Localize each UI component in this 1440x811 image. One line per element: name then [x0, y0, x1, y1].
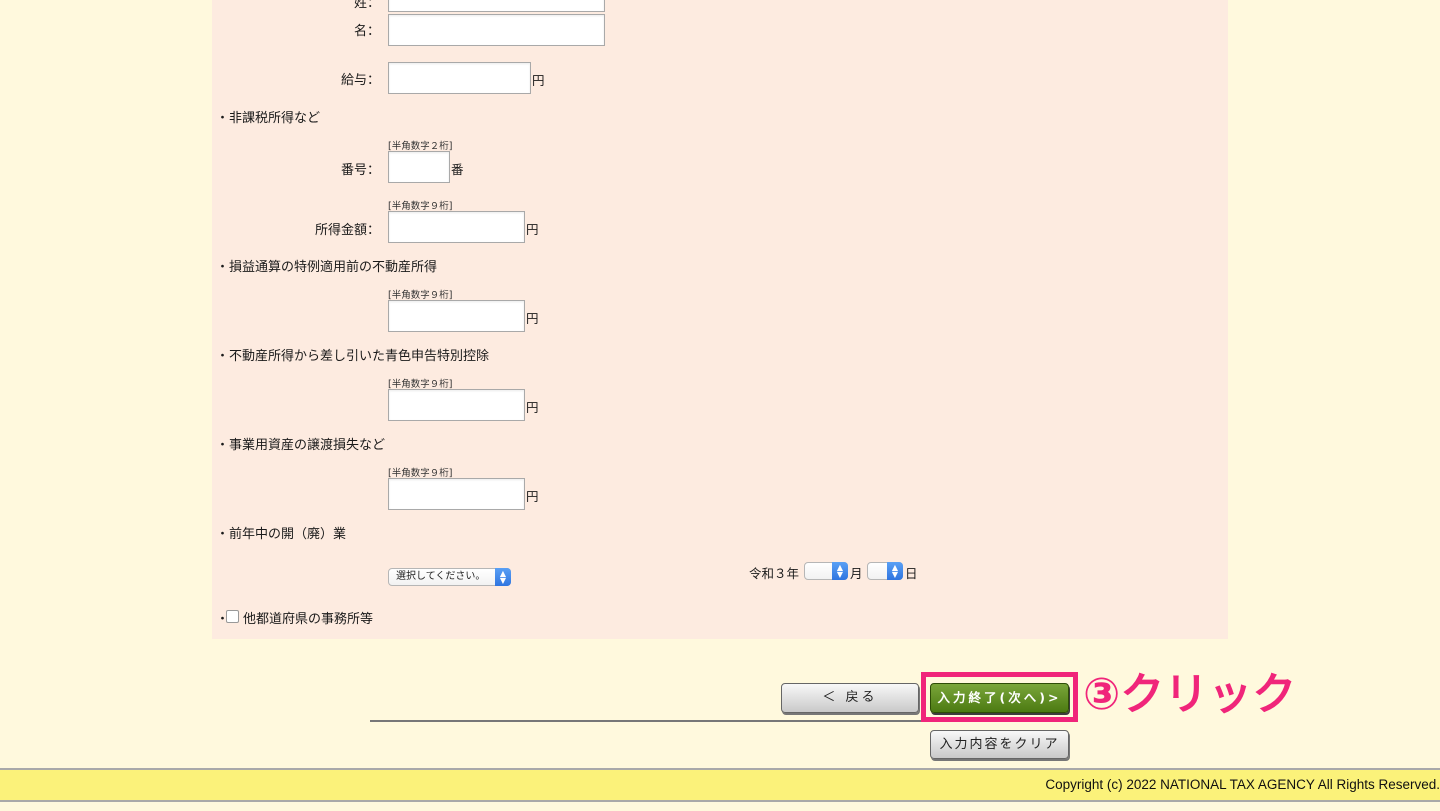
name-input[interactable] — [388, 14, 605, 46]
open-close-select[interactable]: 選択してください。 ▲ ▼ — [388, 568, 511, 586]
surname-input[interactable] — [388, 0, 605, 12]
blue-deduction-input[interactable] — [388, 389, 525, 421]
month-chevron-icon: ▲ ▼ — [832, 562, 848, 580]
income-amount-note: [半角数字９桁] — [388, 201, 453, 212]
other-pref-checkbox[interactable] — [226, 610, 239, 623]
other-pref-label: 他都道府県の事務所等 — [243, 612, 374, 627]
section-nontaxable: ・非課税所得など — [216, 111, 321, 126]
number-unit: 番 — [451, 162, 464, 177]
form-panel — [212, 0, 1228, 639]
number-label: 番号： — [340, 163, 380, 178]
back-button[interactable]: ＜ 戻る — [781, 683, 919, 713]
day-chevron-icon: ▲ ▼ — [887, 562, 903, 580]
day-label: 日 — [905, 566, 918, 581]
business-asset-note: [半角数字９桁] — [388, 468, 453, 479]
footer-bar: Copyright (c) 2022 NATIONAL TAX AGENCY A… — [0, 768, 1440, 802]
salary-unit: 円 — [532, 73, 545, 88]
section-real-estate: ・損益通算の特例適用前の不動産所得 — [216, 260, 438, 275]
blue-deduction-unit: 円 — [526, 400, 539, 415]
number-note: [半角数字２桁] — [388, 141, 453, 152]
salary-label: 給与： — [340, 73, 380, 88]
real-estate-note: [半角数字９桁] — [388, 290, 453, 301]
surname-label: 姓： — [353, 0, 380, 11]
real-estate-input[interactable] — [388, 300, 525, 332]
business-asset-unit: 円 — [526, 489, 539, 504]
click-annotation: ③クリック — [1083, 669, 1297, 720]
open-close-select-value: 選択してください。 — [396, 571, 486, 582]
income-amount-unit: 円 — [526, 222, 539, 237]
salary-input[interactable] — [388, 62, 531, 94]
section-business-asset: ・事業用資産の譲渡損失など — [216, 438, 386, 453]
name-label: 名： — [353, 24, 380, 39]
copyright-text: Copyright (c) 2022 NATIONAL TAX AGENCY A… — [1045, 777, 1440, 792]
divider-line — [370, 720, 930, 722]
real-estate-unit: 円 — [526, 311, 539, 326]
blue-deduction-note: [半角数字９桁] — [388, 379, 453, 390]
era-year-label: 令和３年 — [749, 566, 800, 581]
day-select[interactable]: ▲ ▼ — [867, 562, 903, 580]
finish-next-button[interactable]: 入力終了(次へ)> — [930, 683, 1069, 713]
month-label: 月 — [850, 566, 863, 581]
select-chevron-icon: ▲ ▼ — [495, 568, 511, 586]
business-asset-input[interactable] — [388, 478, 525, 510]
month-select[interactable]: ▲ ▼ — [804, 562, 848, 580]
income-amount-input[interactable] — [388, 211, 525, 243]
income-amount-label: 所得金額： — [314, 223, 380, 238]
section-open-close: ・前年中の開（廃）業 — [216, 527, 347, 542]
number-input[interactable] — [388, 151, 450, 183]
section-blue-deduction: ・不動産所得から差し引いた青色申告特別控除 — [216, 349, 490, 364]
clear-input-button[interactable]: 入力内容をクリア — [930, 730, 1069, 759]
